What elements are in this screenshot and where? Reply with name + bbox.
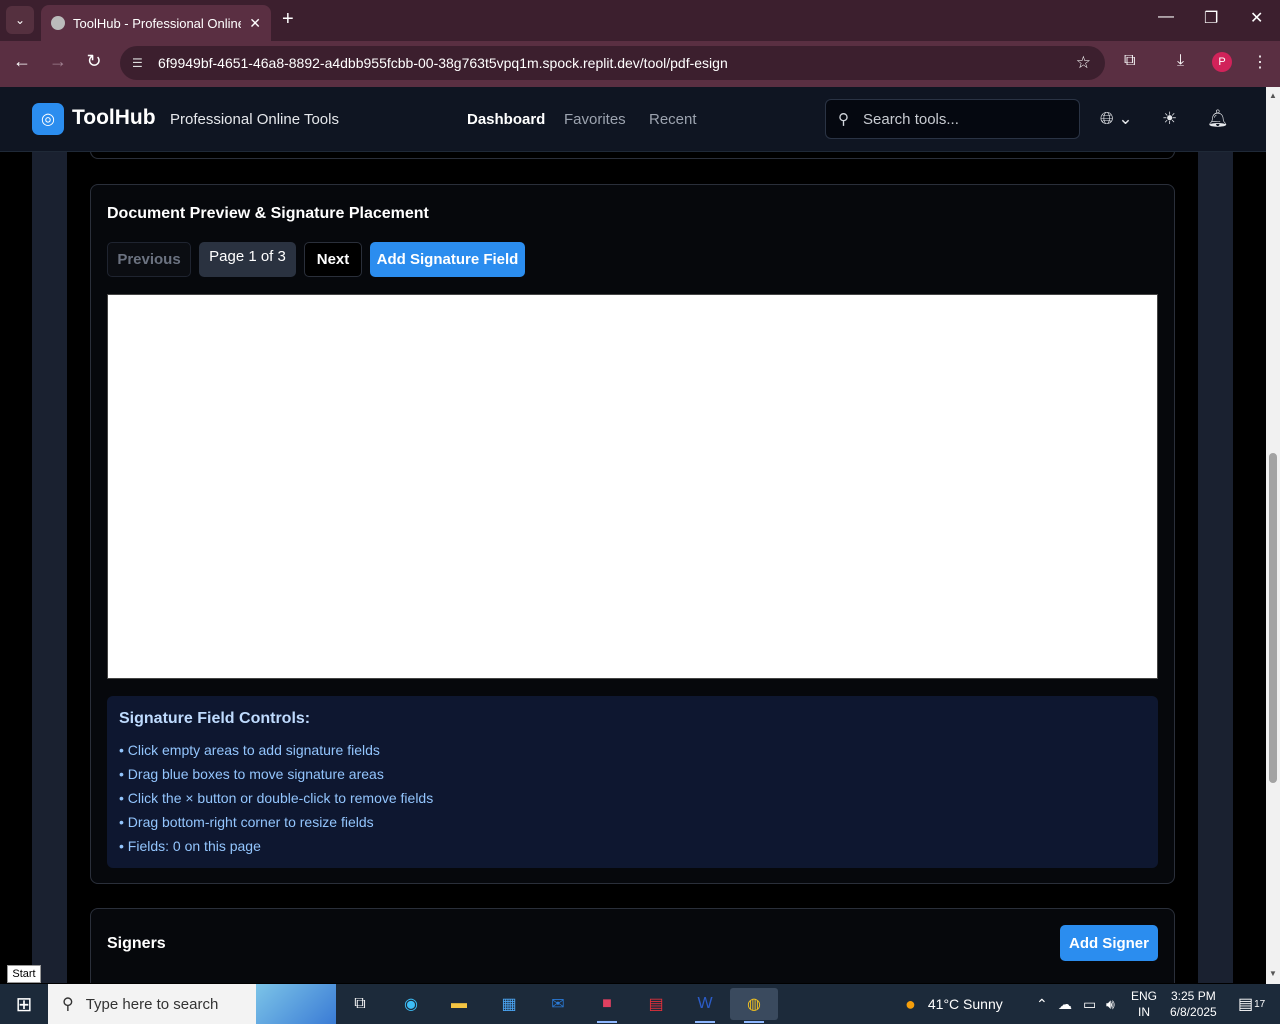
app-header: ◎ ToolHub Professional Online Tools Dash… — [0, 87, 1266, 152]
signers-title: Signers — [107, 935, 166, 952]
clock-date: 6/8/2025 — [1170, 1005, 1217, 1019]
search-icon: ⚲ — [62, 996, 74, 1013]
back-icon[interactable]: ← — [10, 51, 34, 72]
theme-sun-icon[interactable]: ☀ — [1162, 109, 1177, 129]
new-tab-icon[interactable]: + — [282, 8, 294, 31]
tray-chevron-icon[interactable]: ⌃ — [1036, 984, 1048, 1024]
address-bar-row: ← → ↻ ☰ 6f9949bf-4651-46a8-8892-a4dbb955… — [0, 41, 1280, 87]
preview-card-title: Document Preview & Signature Placement — [107, 205, 429, 222]
clock[interactable]: 3:25 PM 6/8/2025 — [1170, 984, 1217, 1024]
list-item: • Drag bottom-right corner to resize fie… — [119, 814, 374, 830]
taskbar-search-placeholder: Type here to search — [85, 995, 219, 1013]
tab-title: ToolHub - Professional Online Tools — [73, 15, 242, 31]
nav-dashboard[interactable]: Dashboard — [467, 111, 545, 128]
forward-icon[interactable]: → — [46, 51, 70, 72]
tab-close-icon[interactable]: ✕ — [249, 15, 261, 32]
document-preview-card: Document Preview & Signature Placement P… — [90, 184, 1175, 884]
nav-recent[interactable]: Recent — [649, 111, 697, 128]
notification-bell-icon[interactable]: 🔔︎ — [1207, 109, 1229, 129]
weather-sun-icon: ● — [905, 993, 916, 1014]
scroll-up-icon[interactable]: ▲ — [1269, 91, 1277, 100]
brand-tagline: Professional Online Tools — [170, 111, 339, 128]
reload-icon[interactable]: ↻ — [82, 51, 106, 72]
add-signer-button[interactable]: Add Signer — [1060, 925, 1158, 961]
tab-search-dropdown-icon[interactable]: ⌄ — [6, 6, 34, 34]
nav-favorites[interactable]: Favorites — [564, 111, 626, 128]
weather-text: 41°C Sunny — [927, 996, 1003, 1012]
pdf-app-icon[interactable]: ▤ — [636, 988, 676, 1020]
url-bar[interactable]: ☰ 6f9949bf-4651-46a8-8892-a4dbb955fcbb-0… — [120, 46, 1105, 80]
chrome-menu-icon[interactable]: ⋮ — [1252, 52, 1268, 72]
lang-top: ENG — [1131, 989, 1158, 1003]
restore-icon[interactable]: ❐ — [1204, 8, 1218, 28]
download-icon[interactable]: ⤓ — [1177, 52, 1184, 70]
left-gutter — [32, 152, 67, 983]
search-icon: ⚲ — [838, 111, 849, 128]
bookmark-star-icon[interactable]: ☆ — [1076, 53, 1091, 73]
search-input[interactable] — [863, 110, 1053, 128]
windows-taskbar: ⊞ ⚲ Type here to search ⧉ ◉ ▬ ▦ ✉ ■ ▤ W … — [0, 984, 1280, 1024]
controls-list: • Click empty areas to add signature fie… — [119, 738, 1146, 858]
clock-time: 3:25 PM — [1171, 989, 1216, 1003]
onedrive-icon[interactable]: ☁ — [1058, 984, 1072, 1024]
network-icon[interactable]: ▭ — [1083, 984, 1096, 1024]
site-info-icon[interactable]: ☰ — [132, 56, 148, 70]
signers-card: Signers Add Signer — [90, 908, 1175, 983]
start-tooltip: Start — [7, 965, 41, 983]
chrome-icon[interactable]: ◍ — [730, 988, 778, 1023]
language-indicator[interactable]: ENG IN — [1131, 984, 1157, 1024]
weather-widget[interactable]: ● 41°C Sunny — [905, 984, 1003, 1024]
app-icon[interactable]: ■ — [587, 988, 627, 1023]
search-box[interactable]: ⚲ — [825, 99, 1080, 139]
page-content: Document Preview & Signature Placement P… — [0, 152, 1266, 983]
window-close-icon[interactable]: ✕ — [1250, 8, 1263, 28]
list-item: • Click empty areas to add signature fie… — [119, 742, 380, 758]
edge-icon[interactable]: ◉ — [391, 988, 431, 1020]
controls-title: Signature Field Controls: — [119, 710, 311, 727]
previous-card-bottom — [90, 152, 1175, 159]
scroll-thumb[interactable] — [1269, 453, 1277, 783]
list-item: • Drag blue boxes to move signature area… — [119, 766, 384, 782]
scroll-down-icon[interactable]: ▼ — [1269, 969, 1277, 978]
url-text: 6f9949bf-4651-46a8-8892-a4dbb955fcbb-00-… — [158, 55, 728, 71]
language-globe-icon[interactable]: 🌐︎ ⌄ — [1100, 109, 1133, 129]
brand-name[interactable]: ToolHub — [72, 106, 156, 130]
volume-icon[interactable]: 🔊︎ — [1106, 984, 1115, 1024]
page-indicator: Page 1 of 3 — [199, 242, 296, 277]
right-gutter — [1198, 152, 1233, 983]
profile-avatar[interactable]: P — [1212, 52, 1232, 72]
notification-center-icon[interactable]: ▤ 17 — [1238, 984, 1265, 1024]
next-page-button[interactable]: Next — [304, 242, 362, 277]
browser-tab[interactable]: ToolHub - Professional Online Tools ✕ — [41, 5, 271, 41]
file-explorer-icon[interactable]: ▬ — [439, 988, 479, 1020]
add-signature-field-button[interactable]: Add Signature Field — [370, 242, 525, 277]
outlook-icon[interactable]: ✉ — [538, 988, 578, 1020]
previous-page-button[interactable]: Previous — [107, 242, 191, 277]
list-item: • Fields: 0 on this page — [119, 838, 261, 854]
taskbar-search[interactable]: ⚲ Type here to search — [48, 984, 336, 1024]
store-icon[interactable]: ▦ — [489, 988, 529, 1020]
pdf-preview-canvas[interactable] — [107, 294, 1158, 679]
search-highlight-image — [256, 984, 336, 1024]
lang-bottom: IN — [1138, 1005, 1150, 1019]
notification-count: 17 — [1254, 998, 1266, 1010]
windows-start-icon[interactable]: ⊞ — [0, 984, 48, 1024]
word-icon[interactable]: W — [685, 988, 725, 1023]
extensions-icon[interactable]: ⧉ — [1124, 52, 1135, 70]
logo-icon[interactable]: ◎ — [32, 103, 64, 135]
page-scrollbar[interactable]: ▲ ▼ — [1266, 87, 1280, 984]
minimize-icon[interactable]: — — [1158, 8, 1174, 26]
signature-field-controls: Signature Field Controls: • Click empty … — [107, 696, 1158, 868]
favicon-icon — [51, 16, 65, 30]
list-item: • Click the × button or double-click to … — [119, 790, 434, 806]
main-column: Document Preview & Signature Placement P… — [67, 152, 1198, 983]
task-view-icon[interactable]: ⧉ — [340, 988, 380, 1020]
browser-tab-bar: ⌄ ToolHub - Professional Online Tools ✕ … — [0, 0, 1280, 41]
